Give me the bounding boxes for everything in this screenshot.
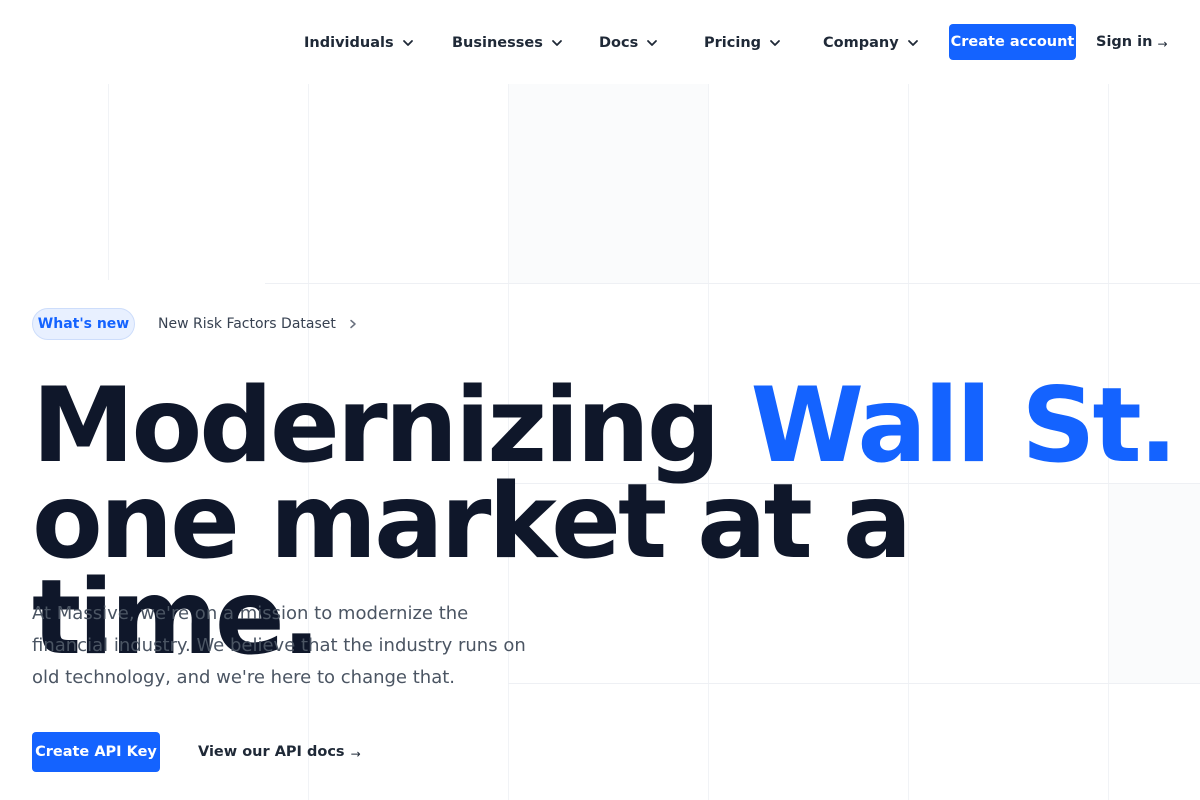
nav-item-company[interactable]: Company [823, 31, 919, 55]
hero-section: What's new New Risk Factors Dataset Mode… [0, 0, 1200, 800]
arrow-right-icon: → [1157, 36, 1168, 51]
sign-in-label: Sign in [1096, 34, 1153, 50]
page: Individuals Businesses Docs Pricing Comp… [0, 0, 1200, 800]
nav-item-businesses[interactable]: Businesses [452, 31, 563, 55]
announcement-link[interactable]: New Risk Factors Dataset [158, 312, 358, 336]
create-api-key-button[interactable]: Create API Key [32, 732, 160, 772]
nav-item-label: Company [823, 35, 899, 51]
nav-item-label: Docs [599, 35, 639, 51]
create-account-button[interactable]: Create account [949, 24, 1076, 60]
chevron-down-icon [647, 40, 658, 46]
nav-item-individuals[interactable]: Individuals [304, 31, 414, 55]
nav-item-pricing[interactable]: Pricing [704, 31, 781, 55]
top-navigation: Individuals Businesses Docs Pricing Comp… [0, 0, 1200, 84]
hero-description: At Massive, we're on a mission to modern… [32, 603, 526, 688]
announcement-text: New Risk Factors Dataset [158, 316, 336, 332]
nav-item-label: Individuals [304, 35, 394, 51]
chevron-down-icon [770, 40, 780, 46]
view-api-docs-link[interactable]: View our API docs → [198, 741, 361, 763]
chevron-down-icon [402, 40, 413, 46]
chevron-down-icon [551, 40, 562, 46]
docs-link-label: View our API docs [198, 744, 345, 760]
nav-item-label: Pricing [704, 35, 762, 51]
whats-new-badge[interactable]: What's new [32, 308, 135, 340]
sign-in-link[interactable]: Sign in → [1096, 31, 1168, 53]
chevron-right-icon [350, 319, 356, 329]
chevron-down-icon [907, 40, 918, 46]
nav-item-docs[interactable]: Docs [599, 31, 658, 55]
nav-item-label: Businesses [452, 35, 543, 51]
arrow-right-icon: → [350, 746, 361, 761]
